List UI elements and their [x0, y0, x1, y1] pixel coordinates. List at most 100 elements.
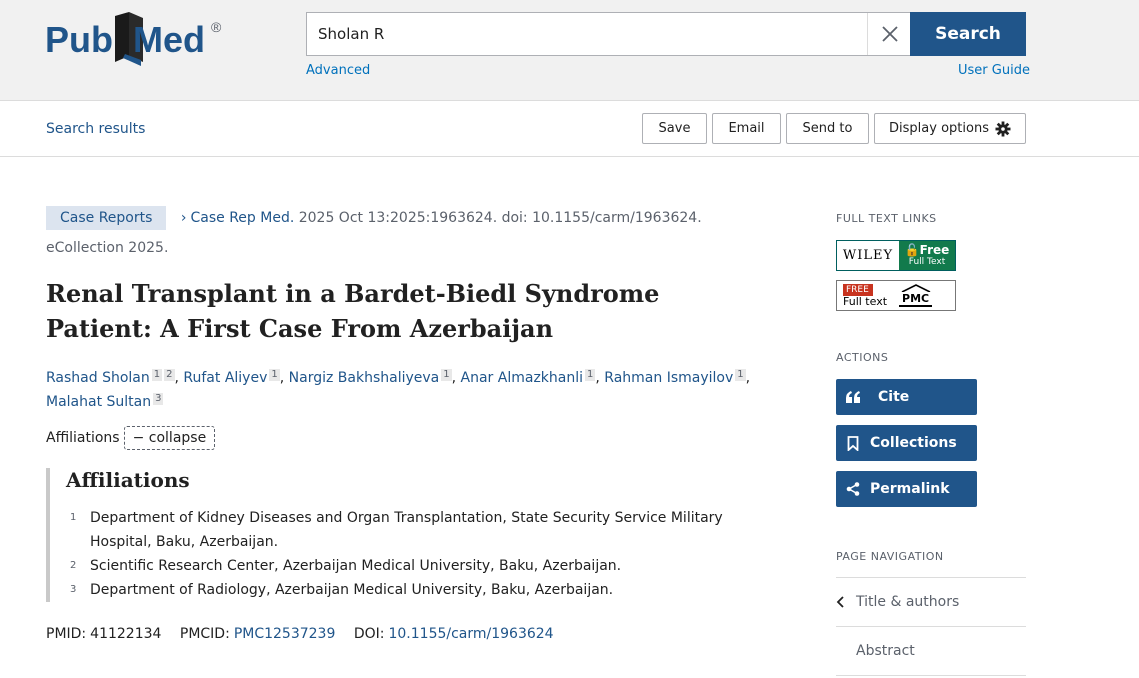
- share-icon: [836, 482, 870, 496]
- logo-med-text: Med: [133, 19, 205, 60]
- search-box: [306, 12, 910, 56]
- site-header: Pub Med ® Search Advanced User Guide: [0, 0, 1139, 101]
- gear-icon: [995, 121, 1011, 136]
- bookmark-icon: [836, 435, 870, 451]
- affiliation-text: Department of Radiology, Azerbaijan Medi…: [90, 582, 614, 598]
- pmc-free-full-text: FREE Full text: [843, 283, 888, 308]
- author-link[interactable]: Rashad Sholan: [46, 370, 150, 386]
- collections-label: Collections: [870, 435, 957, 451]
- search-button[interactable]: Search: [910, 12, 1026, 56]
- affiliation-ref[interactable]: 1: [441, 369, 452, 381]
- wiley-full-text-label: Full Text: [908, 257, 946, 267]
- cite-label: Cite: [878, 389, 910, 405]
- actions-title: ACTIONS: [836, 351, 889, 364]
- page-navigation-title: PAGE NAVIGATION: [836, 550, 944, 563]
- pmc-logo: PMC: [899, 284, 933, 307]
- citation-details: 2025 Oct 13:2025:1963624. doi: 10.1155/c…: [294, 210, 702, 226]
- collapse-label: collapse: [148, 430, 207, 446]
- pmc-free-label: FREE: [843, 283, 873, 296]
- affiliation-ref[interactable]: 3: [153, 393, 164, 405]
- ecollection-line: eCollection 2025.: [46, 240, 169, 256]
- pmcid-link[interactable]: PMC12537239: [234, 626, 336, 642]
- affiliation-ref[interactable]: 1: [735, 369, 746, 381]
- author-item: Anar Almazkhanli 1,: [460, 369, 605, 386]
- doi-link[interactable]: 10.1155/carm/1963624: [388, 626, 553, 642]
- nav-item-title-authors[interactable]: Title & authors: [836, 578, 1026, 627]
- affiliations-list: 1 Department of Kidney Diseases and Orga…: [66, 506, 786, 602]
- email-button[interactable]: Email: [712, 113, 781, 144]
- advanced-search-link[interactable]: Advanced: [306, 63, 370, 78]
- sidebar: FULL TEXT LINKS WILEY 🔓Free Full Text FR…: [836, 212, 1026, 676]
- journal-link[interactable]: Case Rep Med.: [190, 210, 294, 226]
- doi-label: DOI:: [353, 626, 385, 642]
- minus-icon: −: [132, 430, 149, 446]
- display-options-label: Display options: [889, 121, 989, 136]
- author-item: Malahat Sultan 3: [46, 393, 164, 410]
- pmid-label: PMID:: [46, 626, 87, 642]
- author-item: Rahman Ismayilov 1,: [604, 369, 751, 386]
- affiliation-number: 3: [70, 584, 77, 595]
- publication-type-badge[interactable]: Case Reports: [46, 206, 167, 230]
- search-input[interactable]: [307, 13, 865, 55]
- author-link[interactable]: Anar Almazkhanli: [461, 370, 583, 386]
- logo-pub-text: Pub: [45, 19, 113, 60]
- author-item: Nargiz Bakhshaliyeva 1,: [288, 369, 461, 386]
- quote-icon: [836, 391, 870, 403]
- display-options-button[interactable]: Display options: [874, 113, 1026, 144]
- article-title: Renal Transplant in a Bardet-Biedl Syndr…: [46, 279, 660, 343]
- author-item: Rashad Sholan 1 2,: [46, 369, 184, 386]
- action-bar: Search results Save Email Send to Displa…: [0, 101, 1139, 157]
- permalink-label: Permalink: [870, 481, 950, 497]
- collapse-affiliations-button[interactable]: − collapse: [123, 426, 216, 450]
- clear-search-button[interactable]: [867, 13, 911, 55]
- author-link[interactable]: Nargiz Bakhshaliyeva: [289, 370, 440, 386]
- pmcid-label: PMCID:: [179, 626, 230, 642]
- lock-icon: 🔓: [904, 243, 920, 257]
- chevron-right-icon: ›: [180, 210, 187, 226]
- affiliations-toggle: Affiliations − collapse: [46, 426, 786, 450]
- nav-item-label: Abstract: [856, 643, 915, 659]
- logo-reg-mark: ®: [211, 19, 222, 35]
- affiliation-ref[interactable]: 1: [151, 369, 163, 381]
- affiliation-item: 3 Department of Radiology, Azerbaijan Me…: [66, 578, 786, 602]
- user-guide-link[interactable]: User Guide: [958, 63, 1030, 78]
- chevron-left-icon: [836, 596, 856, 608]
- nav-item-label: Title & authors: [856, 594, 960, 610]
- identifiers-line: PMID: 41122134 PMCID: PMC12537239 DOI: 10.1…: [46, 626, 786, 642]
- pmid-value: 41122134: [90, 626, 162, 642]
- pmc-full-text-label: Full text: [843, 294, 888, 308]
- author-link[interactable]: Malahat Sultan: [46, 394, 151, 410]
- nav-item-abstract[interactable]: Abstract: [836, 627, 1026, 676]
- affiliations-heading: Affiliations: [66, 468, 190, 492]
- affiliations-panel: Affiliations 1 Department of Kidney Dise…: [46, 468, 786, 602]
- wiley-logo-text: WILEY: [842, 248, 894, 263]
- permalink-button[interactable]: Permalink: [836, 471, 977, 507]
- author-link[interactable]: Rufat Aliyev: [183, 370, 267, 386]
- cite-button[interactable]: Cite: [836, 379, 977, 415]
- wiley-full-text-link[interactable]: WILEY 🔓Free Full Text: [836, 240, 956, 271]
- affiliation-text: Scientific Research Center, Azerbaijan M…: [90, 558, 622, 574]
- pmc-logo-text: PMC: [899, 292, 933, 307]
- wiley-free-badge: 🔓Free Full Text: [899, 241, 955, 270]
- affiliation-text: Department of Kidney Diseases and Organ …: [90, 510, 723, 550]
- affiliation-ref[interactable]: 1: [269, 369, 280, 381]
- authors-list: Rashad Sholan 1 2, Rufat Aliyev 1, Nargiz B…: [46, 366, 776, 414]
- collections-button[interactable]: Collections: [836, 425, 977, 461]
- affiliation-number: 1: [70, 512, 77, 523]
- affiliation-item: 2 Scientific Research Center, Azerbaijan…: [66, 554, 786, 578]
- page-navigation-list: Title & authors Abstract: [836, 577, 1026, 676]
- pmc-full-text-link[interactable]: FREE Full text PMC: [836, 280, 956, 311]
- affiliation-ref[interactable]: 2: [164, 369, 175, 381]
- author-link[interactable]: Rahman Ismayilov: [604, 370, 733, 386]
- send-to-button[interactable]: Send to: [786, 113, 869, 144]
- close-icon: [881, 26, 898, 42]
- affiliation-item: 1 Department of Kidney Diseases and Orga…: [66, 506, 786, 554]
- affiliation-ref[interactable]: 1: [585, 369, 596, 381]
- wiley-free-label: Free: [919, 243, 950, 257]
- save-button[interactable]: Save: [642, 113, 707, 144]
- search-results-link[interactable]: Search results: [46, 121, 145, 137]
- full-text-links-title: FULL TEXT LINKS: [836, 212, 937, 225]
- pmc-roof-icon: [901, 284, 930, 292]
- pubmed-logo[interactable]: Pub Med ®: [45, 8, 235, 70]
- citation-line: Case Reports › Case Rep Med. 2025 Oct 13:…: [46, 206, 786, 230]
